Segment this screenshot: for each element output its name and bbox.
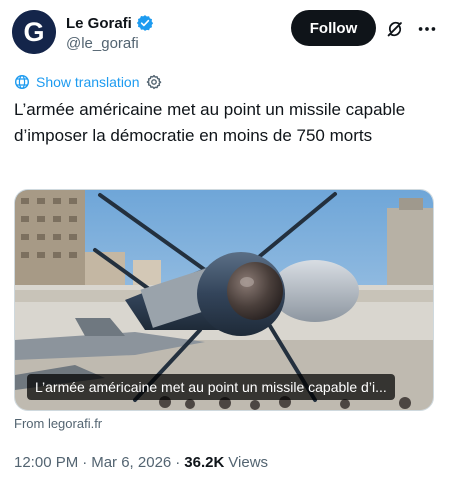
more-icon[interactable] — [416, 18, 438, 40]
views-count[interactable]: 36.2K — [184, 454, 224, 471]
meta-separator: · — [175, 454, 181, 471]
media-caption: L’armée américaine met au point un missi… — [27, 374, 395, 400]
gear-icon[interactable] — [146, 74, 162, 90]
tweet-date[interactable]: Mar 6, 2026 — [91, 454, 171, 471]
author-names: Le Gorafi @le_gorafi — [66, 13, 154, 52]
link-source[interactable]: From legorafi.fr — [14, 416, 102, 431]
avatar-logo-icon: G — [12, 10, 56, 54]
views-label: Views — [228, 454, 269, 471]
grok-icon[interactable] — [384, 18, 406, 40]
tweet-time[interactable]: 12:00 PM — [14, 454, 78, 471]
tweet-meta: 12:00 PM · Mar 6, 2026 · 36.2K Views — [14, 454, 268, 471]
follow-button[interactable]: Follow — [291, 10, 376, 46]
author-display-name[interactable]: Le Gorafi — [66, 15, 132, 32]
verified-badge-icon — [136, 14, 154, 32]
svg-text:G: G — [23, 17, 44, 47]
show-translation-label[interactable]: Show translation — [36, 74, 140, 90]
tweet-text: L’armée américaine met au point un missi… — [14, 100, 406, 145]
media-card[interactable]: L’armée américaine met au point un missi… — [14, 189, 434, 411]
author-handle[interactable]: @le_gorafi — [66, 35, 154, 52]
tweet-header: G Le Gorafi @le_gorafi Follow — [12, 10, 441, 56]
avatar[interactable]: G — [12, 10, 56, 54]
meta-separator: · — [82, 454, 88, 471]
translate-icon — [14, 74, 30, 90]
show-translation[interactable]: Show translation — [14, 74, 162, 90]
